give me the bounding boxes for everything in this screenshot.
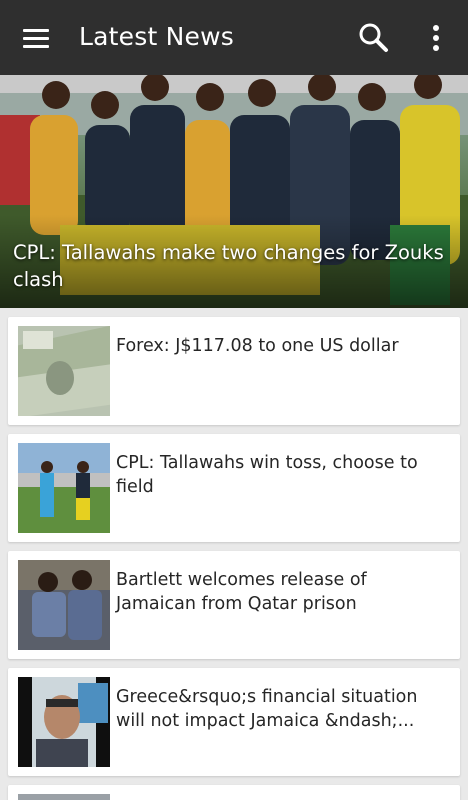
- article-headline: Greece&rsquo;s financial situation will …: [116, 687, 418, 731]
- more-options-button[interactable]: [420, 20, 452, 56]
- article-headline: CPL: Tallawahs win toss, choose to field: [116, 453, 418, 497]
- featured-story[interactable]: CPL: Tallawahs make two changes for Zouk…: [0, 75, 468, 308]
- article-thumbnail: [18, 443, 110, 533]
- article-thumbnail: [18, 677, 110, 767]
- menu-button[interactable]: [18, 22, 54, 54]
- more-vert-icon: [433, 25, 439, 51]
- search-icon: [359, 23, 388, 52]
- hamburger-menu-icon-bar: [23, 37, 49, 40]
- article-card-partial[interactable]: [8, 785, 460, 800]
- article-thumbnail: [18, 326, 110, 416]
- article-thumbnail: [18, 794, 110, 800]
- article-thumbnail: [18, 560, 110, 650]
- article-headline: Bartlett welcomes release of Jamaican fr…: [116, 570, 367, 614]
- hamburger-menu-icon-bar: [23, 45, 49, 48]
- article-card[interactable]: Bartlett welcomes release of Jamaican fr…: [8, 551, 460, 659]
- page-title: Latest News: [79, 22, 234, 51]
- article-card[interactable]: Forex: J$117.08 to one US dollar: [8, 317, 460, 425]
- article-card[interactable]: Greece&rsquo;s financial situation will …: [8, 668, 460, 776]
- featured-story-title: CPL: Tallawahs make two changes for Zouk…: [13, 241, 444, 291]
- hamburger-menu-icon: [23, 29, 49, 32]
- app-bar: Latest News: [0, 0, 468, 75]
- article-card[interactable]: CPL: Tallawahs win toss, choose to field: [8, 434, 460, 542]
- article-headline: Forex: J$117.08 to one US dollar: [116, 336, 399, 356]
- search-button[interactable]: [354, 18, 394, 58]
